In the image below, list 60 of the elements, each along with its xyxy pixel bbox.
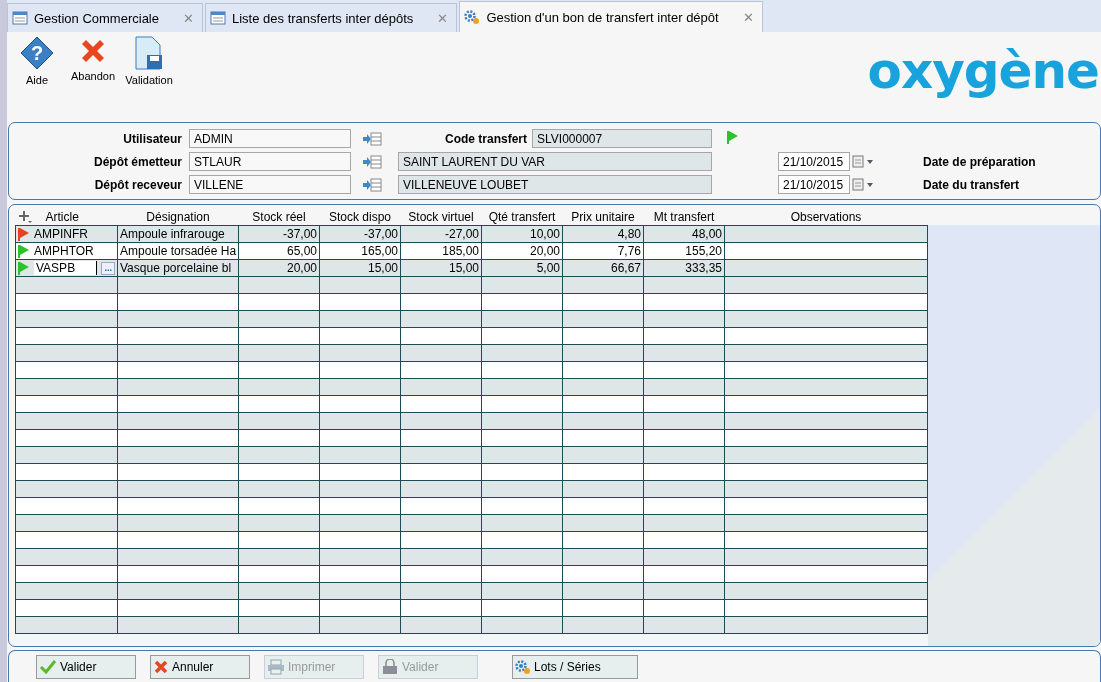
field-label: Dépôt émetteur	[93, 154, 182, 169]
column-header-text: Article	[45, 209, 79, 224]
tab[interactable]: Liste des transferts inter dépôts ✕	[205, 3, 458, 32]
column-header: Désignation	[117, 208, 239, 226]
date-field[interactable]: 21/10/2015	[778, 175, 850, 194]
calendar-icon[interactable]	[852, 177, 874, 192]
lookup-list-icon[interactable]	[362, 177, 382, 192]
printer-icon	[267, 658, 285, 675]
column-header: Stock dispo	[319, 208, 401, 226]
date-field[interactable]: 21/10/2015	[778, 152, 850, 171]
document-save-icon	[134, 36, 164, 70]
field-label: Date de préparation	[923, 154, 1037, 169]
field-label: Utilisateur	[122, 131, 182, 146]
toolbar-button[interactable]: Validation	[121, 36, 177, 86]
input-field: VILLENEUVE LOUBET	[398, 175, 712, 194]
table-cell[interactable]: AMPINFR	[15, 225, 118, 243]
check-icon	[39, 658, 57, 675]
flag-icon	[727, 130, 739, 144]
column-header: Stock réel	[238, 208, 320, 226]
input-field: SLVI000007	[532, 129, 712, 148]
list-icon	[210, 10, 226, 26]
action-button[interactable]: Annuler	[150, 654, 250, 679]
cross-icon	[153, 658, 169, 675]
input-field[interactable]: VASPB	[34, 261, 98, 275]
column-header: Stock virtuel	[400, 208, 482, 226]
add-icon[interactable]	[17, 209, 32, 224]
table-cell: 10,00	[481, 225, 563, 243]
action-button[interactable]: Valider	[36, 654, 136, 679]
column-header: Qté transfert	[481, 208, 563, 226]
input-field[interactable]: VILLENE	[189, 175, 351, 194]
list-icon	[12, 10, 28, 26]
input-field[interactable]: STLAUR	[189, 152, 351, 171]
column-header: Mt transfert	[643, 208, 725, 226]
logo: oxygène	[867, 42, 1099, 100]
table-cell: -27,00	[400, 225, 482, 243]
toolbar-button[interactable]: Abandon	[65, 36, 121, 82]
action-button[interactable]: Lots / Séries	[512, 654, 638, 679]
toolbar-button[interactable]: ? Aide	[9, 36, 65, 86]
tab[interactable]: Gestion Commerciale ✕	[7, 3, 203, 32]
lookup-list-icon[interactable]	[362, 131, 382, 146]
tab[interactable]: Gestion d'un bon de transfert inter dépôt ✕	[459, 1, 763, 32]
column-header: Prix unitaire	[562, 208, 644, 226]
column-header: Observations	[724, 208, 928, 226]
field-label: Date du transfert	[923, 177, 1021, 192]
lookup-button[interactable]: ...	[101, 261, 115, 275]
lookup-list-icon[interactable]	[362, 154, 382, 169]
table-cell: 48,00	[643, 225, 725, 243]
field-label: Dépôt receveur	[93, 177, 182, 192]
table-cell: -37,00	[319, 225, 401, 243]
table-cell: Ampoule infrarouge	[117, 225, 239, 243]
input-field[interactable]: ADMIN	[189, 129, 351, 148]
help-icon: ?	[20, 36, 54, 70]
field-label: Code transfert	[444, 131, 527, 146]
input-field: SAINT LAURENT DU VAR	[398, 152, 712, 171]
table-cell: -37,00	[238, 225, 320, 243]
lock-icon	[381, 658, 399, 675]
gear-icon	[464, 9, 481, 25]
table-cell: 4,80	[562, 225, 644, 243]
calendar-icon[interactable]	[852, 154, 874, 169]
gear-icon	[515, 658, 531, 675]
